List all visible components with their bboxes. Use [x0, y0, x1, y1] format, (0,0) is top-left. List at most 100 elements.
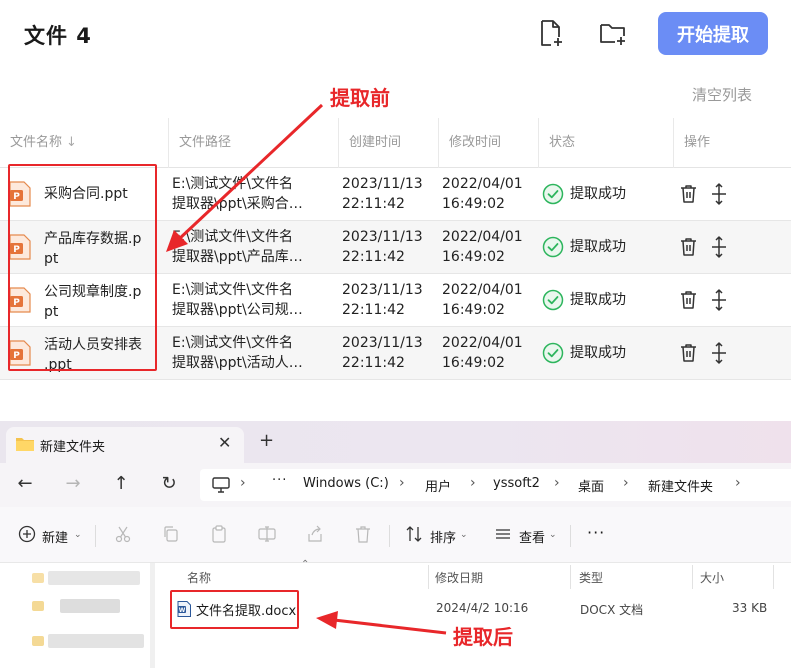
modified-time: 2022/04/01 16:49:02	[442, 282, 523, 318]
add-file-icon[interactable]	[536, 18, 566, 48]
sort-button[interactable]: 排序	[430, 527, 456, 546]
add-folder-icon[interactable]	[598, 18, 628, 48]
trash-icon[interactable]	[680, 343, 697, 363]
file-modified: 2024/4/2 10:16	[436, 601, 529, 615]
chevron-down-icon[interactable]: ⌄	[74, 530, 82, 540]
column-divider[interactable]	[428, 565, 429, 589]
navigation-pane	[0, 563, 155, 668]
file-path: E:\测试文件\文件名 提取器\ppt\产品库…	[172, 229, 303, 265]
folder-icon	[32, 573, 44, 583]
new-tab-button[interactable]: +	[259, 430, 274, 451]
start-extract-button[interactable]: 开始提取	[658, 12, 768, 55]
delete-icon[interactable]	[354, 525, 372, 543]
breadcrumb-item[interactable]: Windows (C:)	[303, 476, 389, 491]
move-icon[interactable]	[709, 183, 729, 205]
move-icon[interactable]	[709, 236, 729, 258]
column-divider[interactable]	[570, 565, 571, 589]
created-time: 2023/11/13 22:11:42	[342, 229, 423, 265]
file-explorer-window: 新建文件夹 ✕ + ← → ↑ ↻ › ··· Windows (C:) › 用…	[0, 421, 791, 668]
page-title: 文件 4	[24, 24, 92, 48]
status-text: 提取成功	[570, 345, 626, 361]
chevron-right-icon: ›	[399, 475, 405, 491]
check-circle-icon	[542, 183, 564, 205]
sort-arrow-icon[interactable]: ↓	[66, 135, 77, 150]
move-icon[interactable]	[709, 289, 729, 311]
paste-icon[interactable]	[210, 525, 228, 543]
chevron-right-icon: ›	[735, 475, 741, 491]
view-button[interactable]: 查看	[519, 527, 545, 546]
column-header-modified: 修改时间	[438, 118, 501, 168]
copy-icon[interactable]	[162, 525, 180, 543]
chevron-right-icon: ›	[240, 475, 246, 491]
sort-icon[interactable]	[405, 525, 423, 543]
pane-splitter[interactable]	[150, 563, 155, 668]
breadcrumb-item[interactable]: 新建文件夹	[648, 476, 713, 495]
column-header-type[interactable]: 类型	[579, 569, 603, 586]
clear-list-button[interactable]: 清空列表	[692, 84, 752, 105]
modified-time: 2022/04/01 16:49:02	[442, 335, 523, 371]
tab-title: 新建文件夹	[40, 440, 106, 455]
status-text: 提取成功	[570, 239, 626, 255]
more-options-button[interactable]: ···	[587, 523, 605, 542]
column-header-name[interactable]: 文件名称 ↓	[0, 118, 77, 168]
tab-new-folder[interactable]: 新建文件夹 ✕	[6, 427, 244, 463]
modified-time: 2022/04/01 16:49:02	[442, 176, 523, 212]
cut-icon[interactable]	[114, 525, 132, 543]
check-circle-icon	[542, 342, 564, 364]
file-size: 33 KB	[732, 601, 768, 615]
address-bar[interactable]: › ··· Windows (C:) › 用户 › yssoft2 › 桌面 ›…	[200, 469, 791, 501]
navigation-bar: ← → ↑ ↻ › ··· Windows (C:) › 用户 › yssoft…	[0, 463, 791, 507]
breadcrumb-item[interactable]: 用户	[425, 476, 451, 495]
column-divider[interactable]	[773, 565, 774, 589]
check-circle-icon	[542, 289, 564, 311]
column-header-size[interactable]: 大小	[700, 569, 724, 586]
annotation-after: 提取后	[453, 625, 513, 649]
file-type: DOCX 文档	[580, 603, 644, 617]
blurred-item	[48, 571, 140, 585]
created-time: 2023/11/13 22:11:42	[342, 335, 423, 371]
column-divider[interactable]	[692, 565, 693, 589]
folder-icon	[16, 438, 34, 451]
column-header-name[interactable]: 名称	[187, 569, 211, 586]
divider	[570, 525, 571, 547]
annotation-before: 提取前	[330, 86, 390, 110]
chevron-right-icon: ›	[470, 475, 476, 491]
status-text: 提取成功	[570, 292, 626, 308]
column-header-modified[interactable]: 修改日期	[435, 569, 483, 586]
chevron-down-icon[interactable]: ⌄	[549, 530, 557, 540]
computer-icon	[212, 477, 230, 493]
back-arrow-icon[interactable]: ←	[15, 474, 35, 494]
trash-icon[interactable]	[680, 290, 697, 310]
refresh-icon[interactable]: ↻	[159, 474, 179, 494]
rename-icon[interactable]	[258, 525, 276, 543]
column-header-created: 创建时间	[338, 118, 401, 168]
divider	[389, 525, 390, 547]
up-arrow-icon[interactable]: ↑	[111, 474, 131, 494]
new-button[interactable]: 新建	[42, 527, 68, 546]
close-icon[interactable]: ✕	[218, 433, 231, 452]
chevron-right-icon: ›	[623, 475, 629, 491]
file-path: E:\测试文件\文件名 提取器\ppt\活动人…	[172, 335, 303, 371]
modified-time: 2022/04/01 16:49:02	[442, 229, 523, 265]
trash-icon[interactable]	[680, 184, 697, 204]
file-path: E:\测试文件\文件名 提取器\ppt\采购合…	[172, 176, 303, 212]
divider	[95, 525, 96, 547]
status-text: 提取成功	[570, 186, 626, 202]
folder-icon	[32, 601, 44, 611]
forward-arrow-icon[interactable]: →	[63, 474, 83, 494]
chevron-up-icon: ⌃	[301, 559, 310, 570]
plus-circle-icon[interactable]	[18, 525, 36, 543]
breadcrumb-item[interactable]: 桌面	[578, 476, 604, 495]
view-icon[interactable]	[494, 525, 512, 543]
move-icon[interactable]	[709, 342, 729, 364]
breadcrumb-item[interactable]: yssoft2	[493, 476, 540, 491]
column-header-actions: 操作	[673, 118, 710, 168]
created-time: 2023/11/13 22:11:42	[342, 176, 423, 212]
file-path: E:\测试文件\文件名 提取器\ppt\公司规…	[172, 282, 303, 318]
chevron-down-icon[interactable]: ⌄	[460, 530, 468, 540]
share-icon[interactable]	[306, 525, 324, 543]
trash-icon[interactable]	[680, 237, 697, 257]
created-time: 2023/11/13 22:11:42	[342, 282, 423, 318]
tab-bar: 新建文件夹 ✕ +	[0, 421, 791, 463]
breadcrumb-more[interactable]: ···	[272, 473, 287, 488]
